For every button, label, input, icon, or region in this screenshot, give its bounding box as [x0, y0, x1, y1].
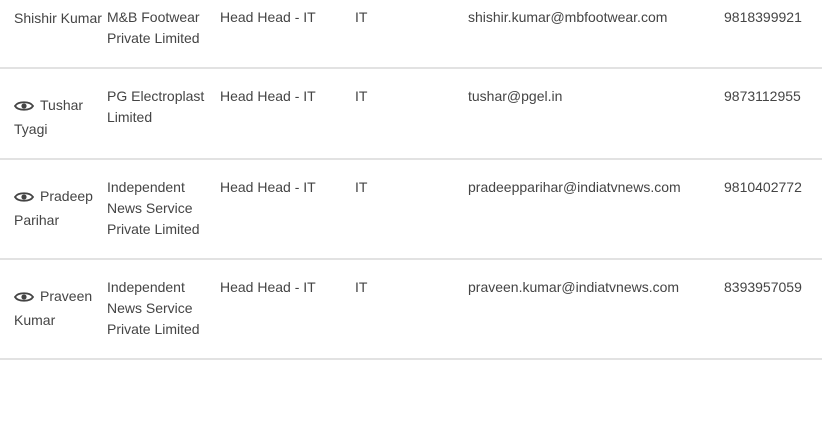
contact-name-cell: Tushar Tyagi: [0, 68, 107, 159]
email: tushar@pgel.in: [468, 88, 563, 104]
department: IT: [355, 9, 368, 25]
company-name: PG Electroplast Limited: [107, 88, 205, 125]
eye-icon[interactable]: [13, 287, 35, 309]
contact-name: Shishir Kumar: [14, 10, 102, 26]
contact-name-cell: Shishir Kumar: [0, 0, 107, 68]
contacts-table: Shishir Kumar M&B Footwear Private Limit…: [0, 0, 822, 360]
designation: Head Head - IT: [220, 279, 316, 295]
department: IT: [355, 279, 368, 295]
phone: 9873112955: [724, 88, 801, 104]
company-name: M&B Footwear Private Limited: [107, 9, 200, 46]
contact-name-cell: Pradeep Parihar: [0, 159, 107, 259]
phone: 8393957059: [724, 279, 802, 295]
eye-icon[interactable]: [13, 96, 35, 118]
email: pradeepparihar@indiatvnews.com: [468, 179, 681, 195]
company-name: Independent News Service Private Limited: [107, 179, 200, 237]
table-row: Pradeep Parihar Independent News Service…: [0, 159, 822, 259]
phone: 9818399921: [724, 9, 802, 25]
email: praveen.kumar@indiatvnews.com: [468, 279, 680, 295]
table-row: Praveen Kumar Independent News Service P…: [0, 259, 822, 359]
email: shishir.kumar@mbfootwear.com: [468, 9, 668, 25]
designation: Head Head - IT: [220, 179, 316, 195]
department: IT: [355, 179, 368, 195]
company-name: Independent News Service Private Limited: [107, 279, 200, 337]
department: IT: [355, 88, 368, 104]
phone: 9810402772: [724, 179, 802, 195]
contact-name-cell: Praveen Kumar: [0, 259, 107, 359]
designation: Head Head - IT: [220, 9, 316, 25]
eye-icon[interactable]: [13, 187, 35, 209]
designation: Head Head - IT: [220, 88, 316, 104]
table-row: Shishir Kumar M&B Footwear Private Limit…: [0, 0, 822, 68]
table-row: Tushar Tyagi PG Electroplast Limited Hea…: [0, 68, 822, 159]
